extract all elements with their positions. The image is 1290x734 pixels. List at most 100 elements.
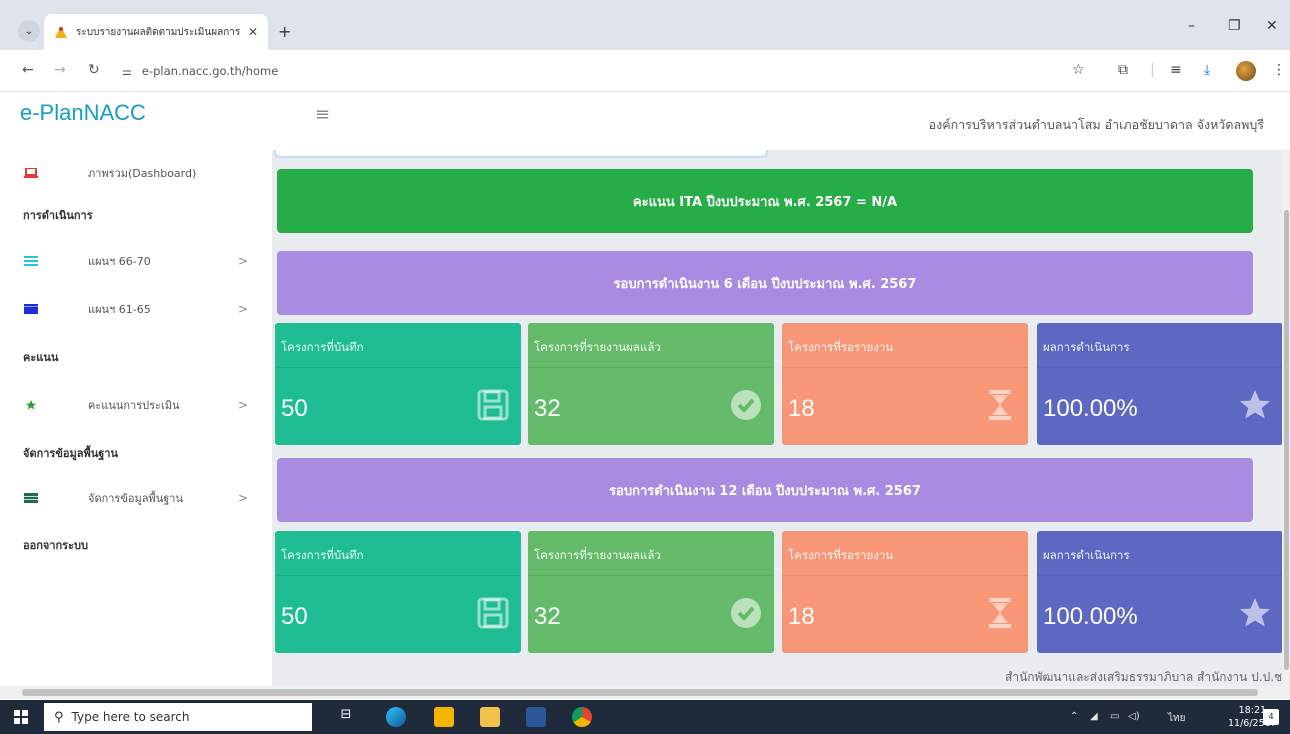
card-title: ผลการดำเนินการ [1043,548,1130,562]
back-arrow-icon[interactable]: ← [22,62,34,78]
site-favicon-icon [55,26,67,38]
browser-tab[interactable]: ระบบรายงานผลติดตามประเมินผลการ ✕ [44,14,268,50]
bookmark-star-icon[interactable]: ☆ [1072,62,1085,78]
app-logo[interactable]: e-PlanNACC [20,100,146,126]
extensions-icon[interactable]: ⧉ [1118,62,1128,78]
partial-input-field[interactable] [274,150,768,158]
card-title: โครงการที่บันทึก [281,548,364,562]
sidebar-item-dashboard[interactable]: ภาพรวม(Dashboard) [0,158,272,188]
card-value: 32 [534,603,561,630]
window-close-button[interactable]: ✕ [1266,18,1278,34]
sidebar: ภาพรวม(Dashboard) การดำเนินการ แผนฯ 66-7… [0,150,272,686]
chevron-right-icon: > [238,302,249,316]
battery-icon[interactable]: ▭ [1110,711,1119,722]
save-icon [477,389,509,421]
card-performance-6m: ผลการดำเนินการ 100.00% [1037,323,1283,445]
card-performance-12m: ผลการดำเนินการ 100.00% [1037,531,1283,653]
card-value: 18 [788,603,815,630]
new-tab-button[interactable]: + [278,22,291,41]
site-info-icon[interactable]: ⚌ [122,65,132,78]
forward-arrow-icon[interactable]: → [54,62,66,78]
horizontal-scrollbar-thumb[interactable] [22,689,1258,696]
reload-icon[interactable]: ↻ [88,62,100,78]
table-icon [24,493,38,503]
task-view-icon[interactable]: ⊟ [336,707,356,727]
card-reported-projects-6m: โครงการที่รายงานผลแล้ว 32 [528,323,774,445]
reading-list-icon[interactable]: ≡ [1170,62,1182,78]
edge-browser-icon[interactable] [386,707,406,727]
search-icon: ⚲ [54,709,64,725]
chevron-right-icon: > [238,398,249,412]
hourglass-icon [989,390,1011,420]
browser-toolbar: ← → ↻ ⚌ e-plan.nacc.go.th/home ☆ ⧉ | ≡ ⤓… [0,50,1290,92]
card-divider [782,367,1028,368]
address-bar[interactable]: ⚌ e-plan.nacc.go.th/home [122,58,302,84]
save-icon [477,597,509,629]
card-recorded-projects-12m: โครงการที่บันทึก 50 [275,531,521,653]
card-value: 18 [788,395,815,422]
notification-center-button[interactable]: 4 [1263,709,1279,725]
vertical-scrollbar-thumb[interactable] [1284,210,1289,670]
card-title: โครงการที่รายงานผลแล้ว [534,340,661,354]
browser-menu-icon[interactable]: ⋮ [1272,62,1286,78]
main-content: คะแนน ITA ปีงบประมาณ พ.ศ. 2567 = N/A รอบ… [272,150,1290,686]
star-icon [1240,390,1270,419]
language-indicator[interactable]: ไทย [1168,711,1185,726]
file-explorer-icon[interactable] [480,707,500,727]
sidebar-item-evaluation-score[interactable]: คะแนนการประเมิน > [0,390,272,420]
hamburger-menu-icon[interactable]: ≡ [315,104,330,125]
sidebar-item-plan-66-70[interactable]: แผนฯ 66-70 > [0,246,272,276]
download-icon[interactable]: ⤓ [1204,62,1210,78]
sidebar-heading-score: คะแนน [23,351,59,364]
sidebar-item-plan-61-65[interactable]: แผนฯ 61-65 > [0,294,272,324]
calendar-icon [24,304,38,314]
window-minimize-button[interactable]: – [1188,18,1195,34]
sidebar-heading-basic-data: จัดการข้อมูลพื้นฐาน [23,447,118,460]
card-divider [528,367,774,368]
card-recorded-projects-6m: โครงการที่บันทึก 50 [275,323,521,445]
card-value: 100.00% [1043,603,1138,630]
card-value: 50 [281,395,308,422]
chrome-icon[interactable] [572,707,592,727]
round-6-months-banner: รอบการดำเนินงาน 6 เดือน ปีงบประมาณ พ.ศ. … [277,251,1253,315]
card-divider [275,367,521,368]
volume-icon[interactable]: ◁) [1128,711,1140,722]
star-icon [1240,598,1270,627]
sidebar-item-manage-basic-data[interactable]: จัดการข้อมูลพื้นฐาน > [0,483,272,513]
card-pending-projects-6m: โครงการที่รอรายงาน 18 [782,323,1028,445]
tab-close-icon[interactable]: ✕ [248,25,258,39]
tab-title: ระบบรายงานผลติดตามประเมินผลการ [76,26,241,38]
url-text[interactable]: e-plan.nacc.go.th/home [142,64,278,78]
sidebar-item-logout[interactable]: ออกจากระบบ [23,536,88,554]
footer-credit: สำนักพัฒนาและส่งเสริมธรรมาภิบาล สำนักงาน… [1005,670,1286,684]
list-icon [24,256,38,266]
card-reported-projects-12m: โครงการที่รายงานผลแล้ว 32 [528,531,774,653]
browser-tab-bar: ⌄ ระบบรายงานผลติดตามประเมินผลการ ✕ + – ❐… [0,0,1290,50]
sidebar-item-label: คะแนนการประเมิน [88,399,180,412]
card-divider [1037,575,1283,576]
organization-name: องค์การบริหารส่วนตำบลนาโสม อำเภอชัยบาดาล… [928,117,1264,132]
sidebar-item-label: ภาพรวม(Dashboard) [88,167,197,180]
windows-start-icon[interactable] [14,710,28,724]
network-icon[interactable]: ◢ [1090,711,1098,722]
card-title: ผลการดำเนินการ [1043,340,1130,354]
tab-search-button[interactable]: ⌄ [18,20,40,42]
card-divider [275,575,521,576]
star-icon [26,400,36,410]
chevron-right-icon: > [238,491,249,505]
profile-avatar[interactable] [1236,61,1256,81]
store-icon[interactable] [434,707,454,727]
window-restore-button[interactable]: ❐ [1228,18,1241,34]
hourglass-icon [989,598,1011,628]
windows-taskbar: ⚲ Type here to search ⊟ ⌃ ◢ ▭ ◁) ไทย 18:… [0,700,1290,734]
card-divider [1037,367,1283,368]
word-icon[interactable] [526,707,546,727]
card-title: โครงการที่รอรายงาน [788,340,894,354]
card-value: 100.00% [1043,395,1138,422]
card-title: โครงการที่บันทึก [281,340,364,354]
laptop-icon [24,168,38,178]
taskbar-search-input[interactable]: ⚲ Type here to search [44,703,312,731]
tray-overflow-icon[interactable]: ⌃ [1070,711,1078,722]
check-circle-icon [731,598,761,628]
sidebar-heading-operations: การดำเนินการ [23,209,93,222]
